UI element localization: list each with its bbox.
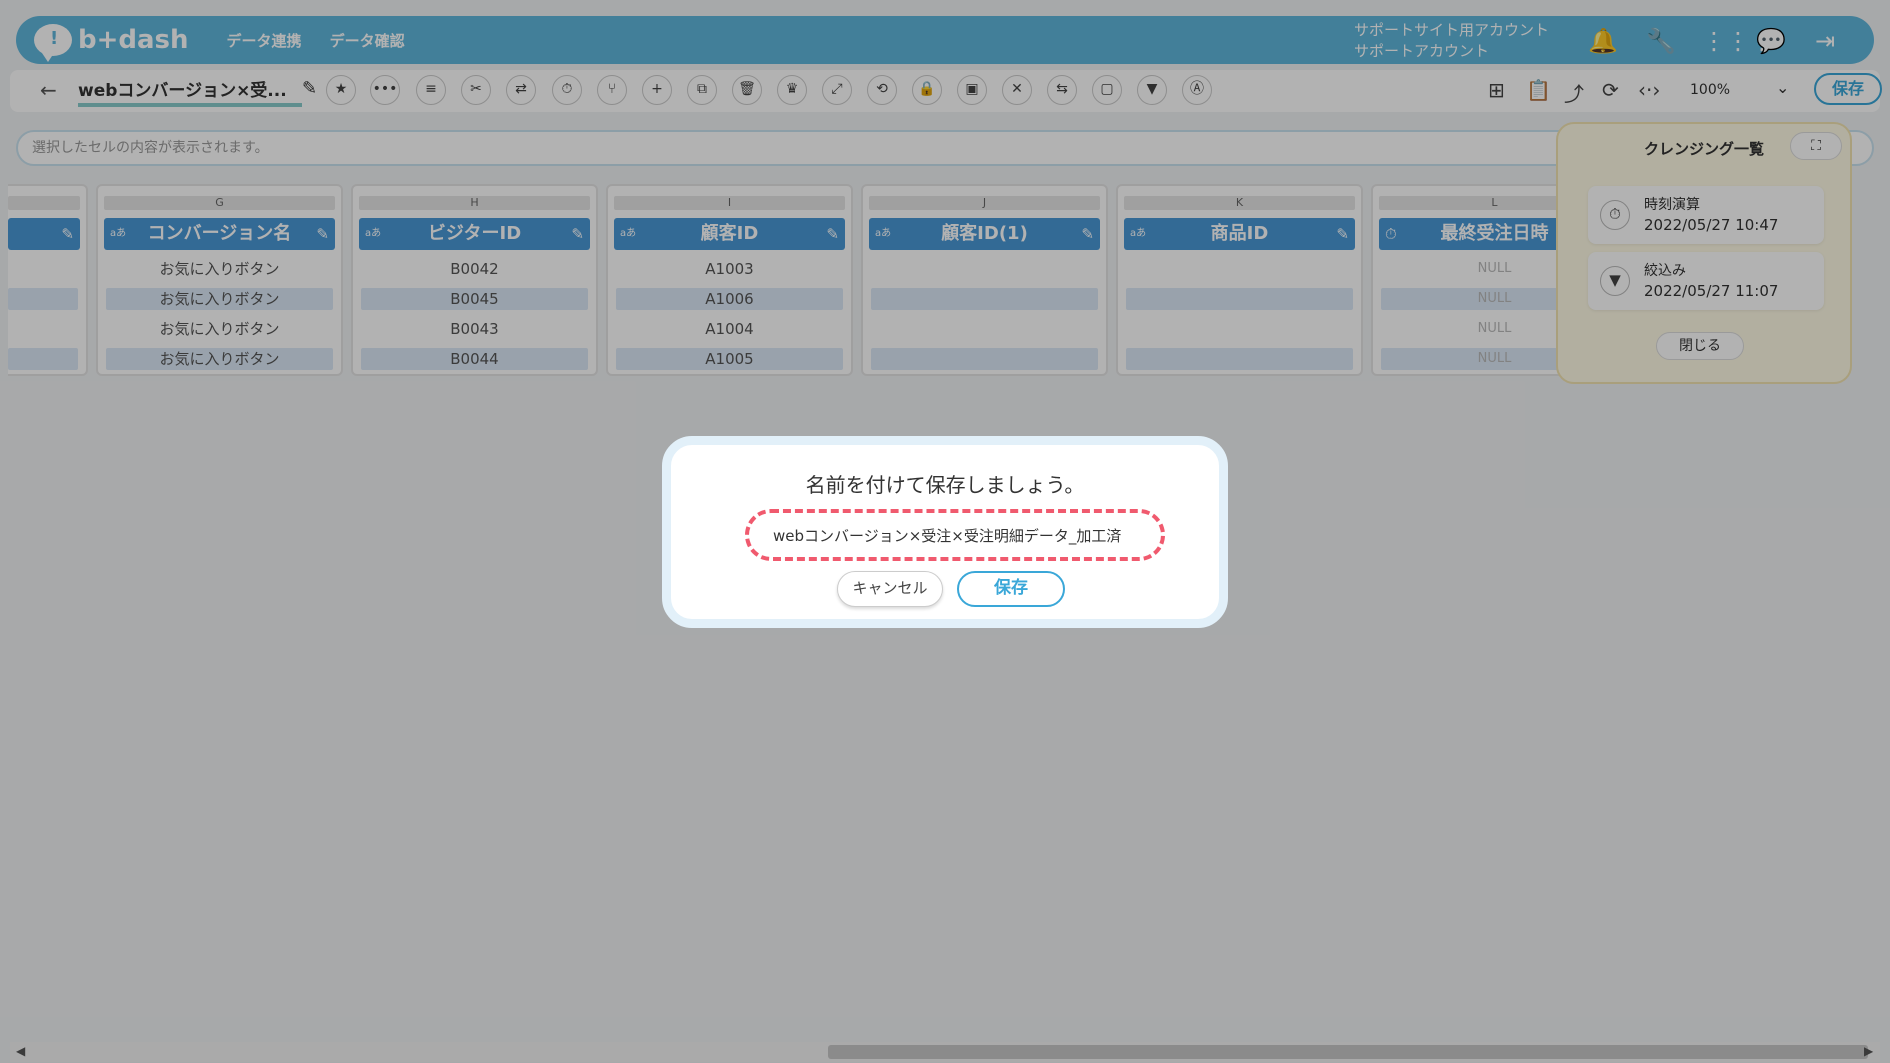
dialog-title: 名前を付けて保存しましょう。: [805, 473, 1085, 497]
cancel-button[interactable]: キャンセル: [837, 571, 943, 607]
name-input[interactable]: [745, 509, 1165, 561]
save-dialog: 名前を付けて保存しましょう。 キャンセル 保存: [662, 436, 1228, 628]
dialog-save-button[interactable]: 保存: [957, 571, 1065, 607]
